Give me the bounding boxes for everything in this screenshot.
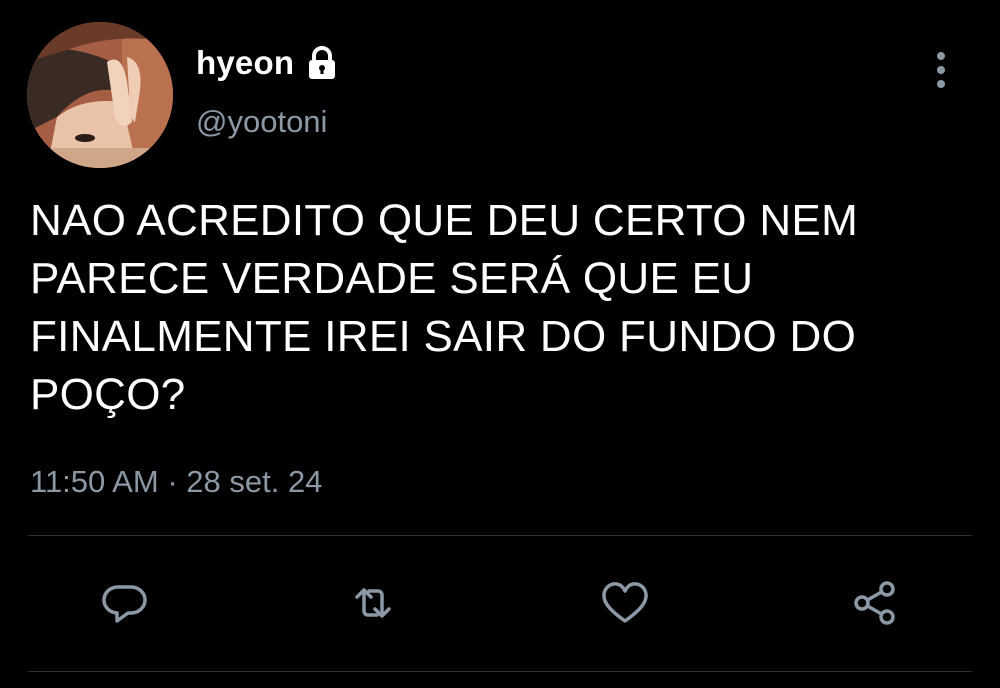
- share-button[interactable]: [846, 574, 904, 632]
- more-vertical-icon[interactable]: [926, 48, 956, 92]
- display-name[interactable]: hyeon: [196, 44, 294, 82]
- share-icon: [854, 581, 895, 625]
- meta-separator: ·: [167, 464, 178, 499]
- like-button[interactable]: [596, 574, 654, 632]
- tweet-text: NAO ACREDITO QUE DEU CERTO NEM PARECE VE…: [30, 196, 859, 419]
- avatar[interactable]: [27, 22, 173, 168]
- divider: [28, 671, 972, 672]
- reply-icon: [102, 585, 147, 623]
- divider: [28, 535, 972, 536]
- retweet-icon: [355, 588, 391, 618]
- lock-icon: [304, 45, 340, 81]
- tweet-timestamp[interactable]: 11:50 AM · 28 set. 24: [30, 464, 322, 500]
- reply-button[interactable]: [96, 574, 154, 632]
- tweet-time: 11:50 AM: [30, 464, 159, 499]
- tweet-detail: hyeon @yootoni NAO ACREDITO QUE DEU CERT…: [0, 0, 1000, 688]
- retweet-button[interactable]: [344, 574, 402, 632]
- username-handle[interactable]: @yootoni: [196, 104, 327, 140]
- display-name-row: hyeon: [196, 40, 340, 86]
- avatar-photo: [27, 22, 173, 168]
- tweet-date: 28 set. 24: [186, 464, 323, 499]
- heart-icon: [602, 582, 648, 623]
